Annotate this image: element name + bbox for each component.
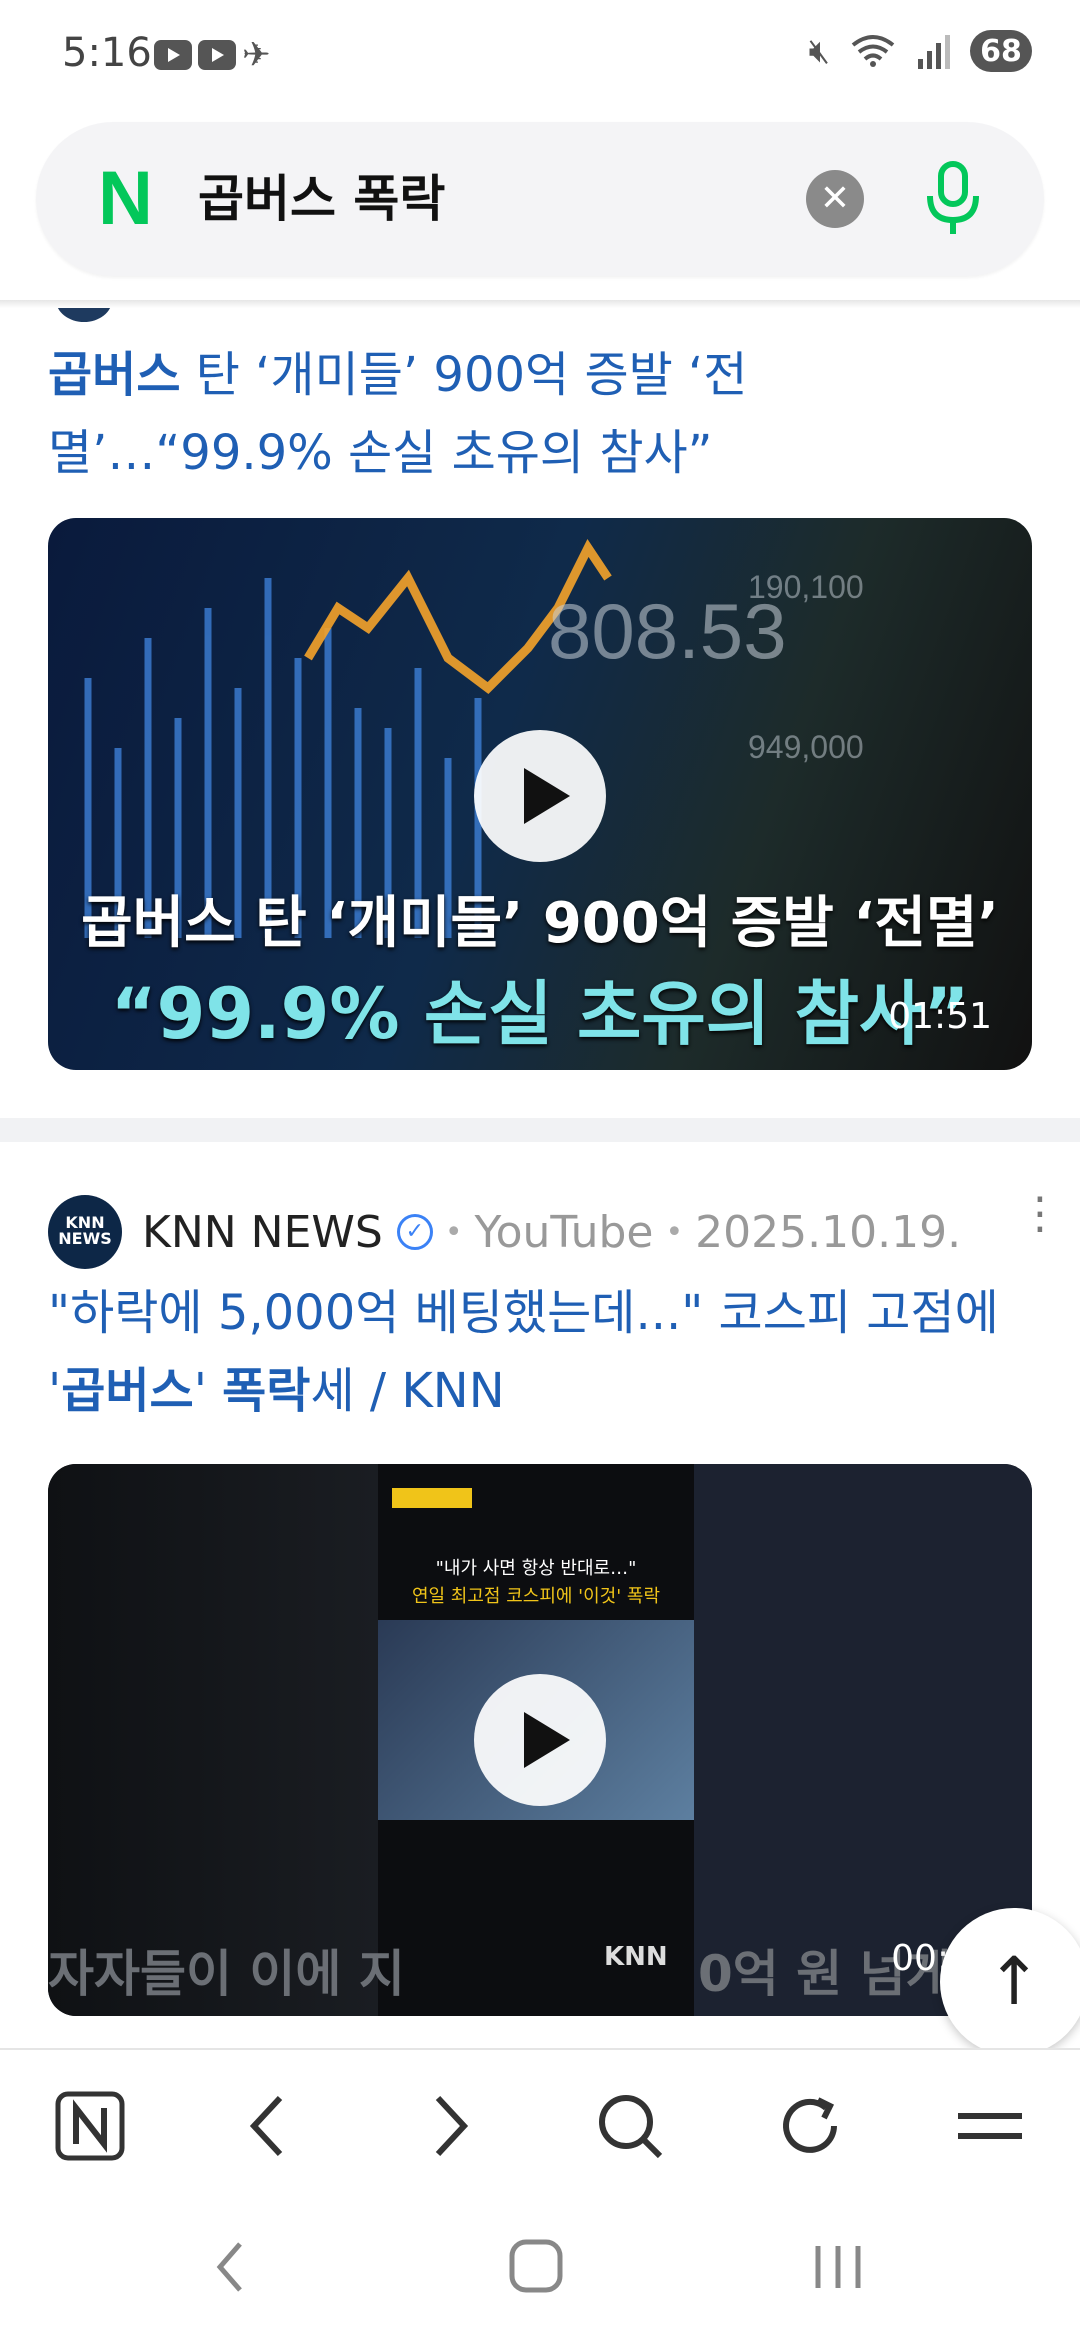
forward-icon[interactable] (410, 2086, 490, 2166)
scroll-to-top-button[interactable]: ↑ (940, 1908, 1080, 2056)
video-thumbnail[interactable]: "내가 사면 항상 반대로…" 연일 최고점 코스피에 '이것' 폭락 KNN … (48, 1464, 1032, 2016)
svg-text:190,100: 190,100 (748, 569, 864, 605)
highlight-keyword: 곱버스 (61, 1363, 194, 1419)
play-button[interactable] (474, 1674, 606, 1806)
knn-watermark: KNN (604, 1942, 668, 1972)
search-results: 곱버스 탄 ‘개미들’ 900억 증발 ‘전멸’…“99.9% 손실 초유의 참… (0, 308, 1080, 2048)
nav-recents-icon[interactable] (798, 2232, 878, 2302)
thumb-text: "내가 사면 항상 반대로…" (435, 1558, 637, 1579)
notification-icon: ✈︎ (242, 35, 271, 75)
browser-toolbar (0, 2048, 1080, 2194)
header-shadow (0, 300, 1080, 308)
search-bar[interactable]: N 곱버스 폭락 ✕ (36, 122, 1044, 276)
signal-icon (918, 35, 950, 69)
status-bar: 5:16 ✈︎ 🔇︎ 68 (0, 0, 1080, 112)
video-thumbnail[interactable]: 808.53 190,100 949,000 곱버스 탄 ‘개미들’ 900억 … (48, 518, 1032, 1070)
title-text: 세 / KNN (310, 1363, 505, 1419)
source-name[interactable]: KNN NEWS (142, 1207, 383, 1258)
thumb-tag (392, 1488, 472, 1508)
search-icon[interactable] (590, 2086, 670, 2166)
play-button[interactable] (474, 730, 606, 862)
svg-text:949,000: 949,000 (748, 729, 864, 765)
source-avatar[interactable]: KNN NEWS (48, 1195, 122, 1269)
youtube-icon (154, 40, 192, 70)
notification-icons: ✈︎ (154, 35, 271, 75)
search-input[interactable]: 곱버스 폭락 (198, 164, 445, 234)
result-title-link[interactable]: 곱버스 탄 ‘개미들’ 900억 증발 ‘전멸’…“99.9% 손실 초유의 참… (48, 336, 1028, 492)
refresh-icon[interactable] (770, 2086, 850, 2166)
naver-logo-icon[interactable]: N (98, 161, 164, 237)
post-date: 2025.10.19. (695, 1206, 962, 1258)
avatar-text: NEWS (58, 1229, 112, 1248)
battery-indicator: 68 (970, 30, 1032, 72)
platform-name: YouTube (474, 1206, 654, 1258)
section-divider (0, 1118, 1080, 1142)
home-n-icon[interactable] (50, 2086, 130, 2166)
nav-back-icon[interactable] (192, 2232, 272, 2302)
more-options-icon[interactable]: ⋮ (1018, 1192, 1062, 1236)
verified-icon: ✓ (396, 1214, 433, 1250)
highlight-keyword: 곱버스 (48, 347, 181, 403)
video-duration: 01:51 (888, 996, 992, 1037)
result-meta: KNN NEWS KNN NEWS ✓ • YouTube • 2025.10.1… (48, 1192, 1062, 1272)
separator-dot: • (444, 1214, 463, 1250)
thumb-subtitle: 자자들이 이에 지 (48, 1945, 405, 2003)
system-navigation-bar (0, 2194, 1080, 2340)
nav-home-icon[interactable] (496, 2232, 576, 2302)
clear-search-button[interactable]: ✕ (806, 170, 864, 228)
thumb-caption-2: “99.9% 손실 초유의 참사” (110, 973, 970, 1055)
mute-icon: 🔇︎ (808, 31, 830, 71)
microphone-icon[interactable] (918, 154, 988, 244)
result-title-link[interactable]: "하락에 5,000억 베팅했는데..." 코스피 고점에 '곱버스' 폭락세 … (48, 1274, 1028, 1430)
title-text: ' (193, 1363, 223, 1419)
menu-icon[interactable] (950, 2086, 1030, 2166)
back-icon[interactable] (228, 2086, 308, 2166)
thumb-text: 연일 최고점 코스피에 '이것' 폭락 (411, 1586, 661, 1607)
wifi-icon (851, 35, 895, 67)
avatar (56, 308, 112, 322)
separator-dot: • (665, 1214, 684, 1250)
highlight-keyword: 폭락 (222, 1363, 311, 1419)
thumb-caption-1: 곱버스 탄 ‘개미들’ 900억 증발 ‘전멸’ (81, 891, 999, 956)
status-time: 5:16 (62, 30, 152, 76)
youtube-icon (198, 40, 236, 70)
system-icons: 🔇︎ 68 (809, 30, 1032, 72)
